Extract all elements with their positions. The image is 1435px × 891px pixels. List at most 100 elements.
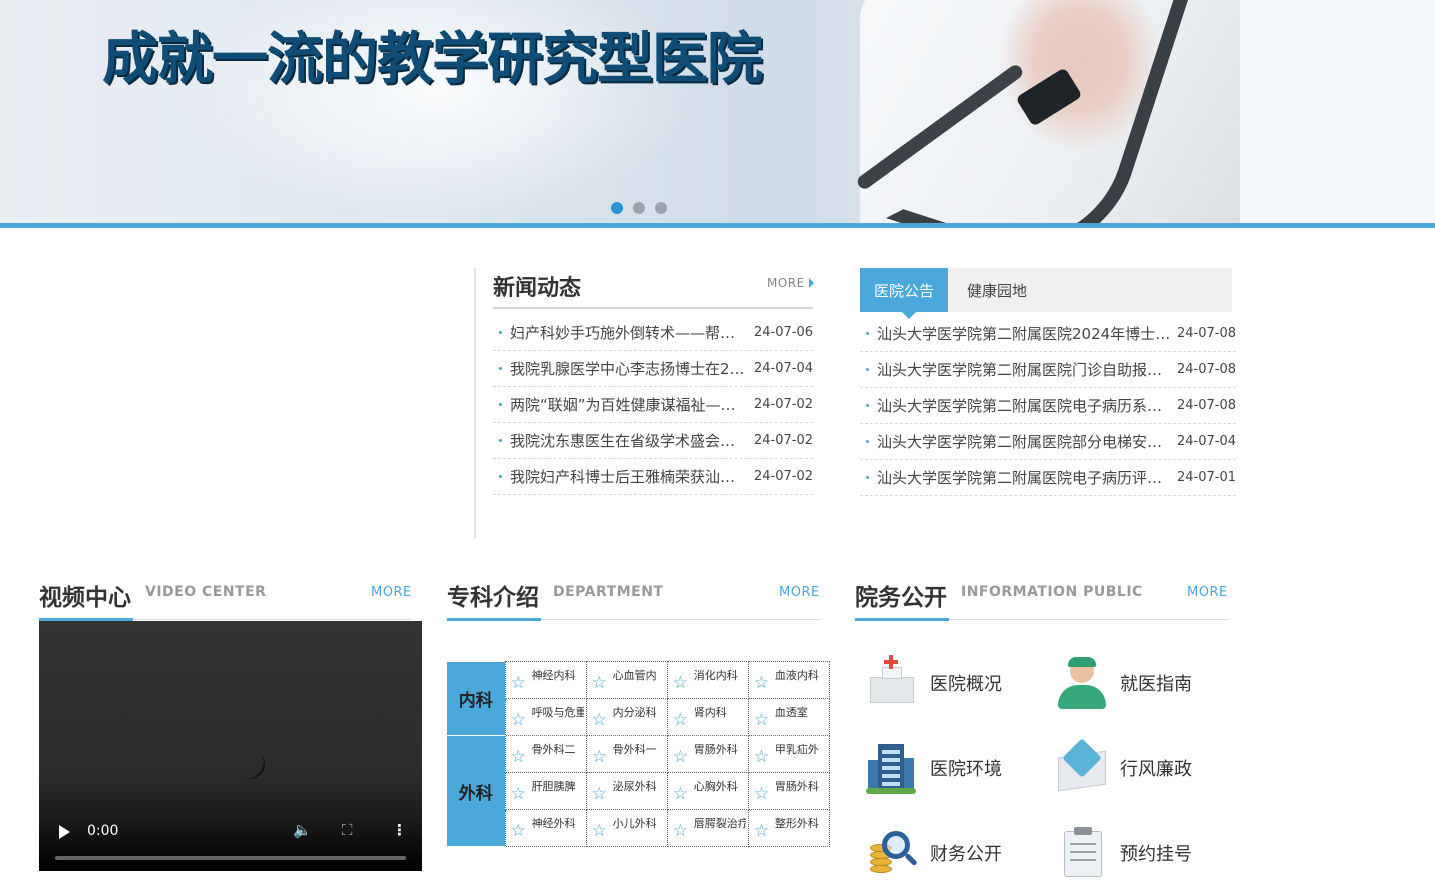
list-item[interactable]: 我院妇产科博士后王雅楠荣获汕头市科技奖励 24-07-02 bbox=[493, 459, 813, 495]
info-item-guide[interactable]: 就医指南 bbox=[1054, 655, 1192, 711]
list-item-date: 24-07-04 bbox=[1176, 434, 1236, 449]
list-item[interactable]: 汕头大学医学院第二附属医院电子病历评级项目公告 24-07-01 bbox=[860, 460, 1236, 496]
star-icon: ☆ bbox=[591, 784, 607, 804]
department-cell[interactable]: ☆ 肾内科 bbox=[666, 698, 749, 736]
list-item-title[interactable]: 汕头大学医学院第二附属医院电子病历系统升级项目公告 bbox=[877, 395, 1171, 416]
star-icon: ☆ bbox=[591, 710, 607, 730]
carousel-dots bbox=[611, 202, 667, 214]
star-icon: ☆ bbox=[591, 821, 607, 841]
department-cell[interactable]: ☆ 胃肠外科 bbox=[747, 772, 831, 810]
list-item[interactable]: 我院沈东惠医生在省级学术盛会上荣获佳绩 24-07-02 bbox=[493, 423, 813, 459]
list-item-title[interactable]: 我院沈东惠医生在省级学术盛会上荣获佳绩 bbox=[510, 430, 748, 451]
list-item[interactable]: 汕头大学医学院第二附属医院门诊自助报到机采购项目公告 24-07-08 bbox=[860, 352, 1236, 388]
list-item-title[interactable]: 妇产科妙手巧施外倒转术——帮助胎位不正孕妇顺利分娩 bbox=[510, 322, 748, 343]
info-item-finance[interactable]: 财务公开 bbox=[864, 825, 1002, 881]
department-name: 神经内科 bbox=[531, 669, 576, 682]
star-icon: ☆ bbox=[672, 747, 688, 767]
department-cell[interactable]: ☆ 骨外科二 bbox=[504, 735, 587, 773]
department-cell[interactable]: ☆ 心胸外科 bbox=[666, 772, 749, 810]
info-item-label: 财务公开 bbox=[930, 844, 1002, 865]
department-cell[interactable]: ☆ 神经内科 bbox=[504, 661, 587, 699]
department-cell[interactable]: ☆ 甲乳疝外 bbox=[747, 735, 831, 773]
list-item[interactable]: 汕头大学医学院第二附属医院电子病历系统升级项目公告 24-07-08 bbox=[860, 388, 1236, 424]
department-cell[interactable]: ☆ 整形外科 bbox=[747, 809, 831, 847]
loading-spinner-icon bbox=[229, 743, 271, 785]
department-cell[interactable]: ☆ 胃肠外科 bbox=[666, 735, 749, 773]
department-cell[interactable]: ☆ 心血管内 bbox=[585, 661, 668, 699]
department-row: ☆ 呼吸与危重 ☆ 内分泌科 ☆ 肾内科 ☆ 血透室 bbox=[447, 698, 831, 736]
doctor-icon bbox=[1054, 655, 1110, 711]
list-item-title[interactable]: 汕头大学医学院第二附属医院部分电梯安装工程公告 bbox=[877, 431, 1171, 452]
info-more-link[interactable]: MORE bbox=[1187, 585, 1228, 600]
play-icon[interactable] bbox=[59, 825, 70, 839]
list-item-title[interactable]: 我院妇产科博士后王雅楠荣获汕头市科技奖励 bbox=[510, 466, 748, 487]
department-name: 血透室 bbox=[774, 706, 808, 719]
hospital-icon bbox=[864, 655, 920, 711]
news-more-link[interactable]: MORE bbox=[767, 276, 814, 290]
department-cell[interactable]: ☆ 泌尿外科 bbox=[585, 772, 668, 810]
department-name: 骨外科二 bbox=[531, 743, 576, 756]
tab-health-garden[interactable]: 健康园地 bbox=[953, 268, 1041, 312]
video-more-link[interactable]: MORE bbox=[371, 585, 412, 600]
list-item-date: 24-07-02 bbox=[753, 469, 813, 484]
info-item-overview[interactable]: 医院概况 bbox=[864, 655, 1002, 711]
department-name: 血液内科 bbox=[774, 669, 819, 682]
list-item-title[interactable]: 汕头大学医学院第二附属医院电子病历评级项目公告 bbox=[877, 467, 1171, 488]
department-title: 专科介绍 bbox=[447, 585, 539, 611]
registration-icon-line bbox=[1070, 843, 1096, 845]
registration-icon-line bbox=[1070, 859, 1096, 861]
department-cell[interactable]: ☆ 唇腭裂治疗 bbox=[666, 809, 749, 847]
department-table: 内科 ☆ 神经内科 ☆ 心血管内 ☆ 消化内科 ☆ 血液内科 ☆ 呼吸与危重 ☆ 内分泌科 ☆ 肾内科 ☆ 血透… bbox=[447, 661, 831, 847]
department-cell[interactable]: ☆ 骨外科一 bbox=[585, 735, 668, 773]
doctor-icon-body bbox=[1058, 685, 1106, 709]
info-item-integrity[interactable]: 行风廉政 bbox=[1054, 738, 1192, 796]
carousel-dot-1[interactable] bbox=[611, 202, 623, 214]
list-item[interactable]: 两院“联姻”为百姓健康谋福祉——签约仪式举行 24-07-02 bbox=[493, 387, 813, 423]
department-name: 整形外科 bbox=[774, 817, 819, 830]
department-cell[interactable]: ☆ 呼吸与危重 bbox=[504, 698, 587, 736]
integrity-icon bbox=[1054, 738, 1110, 796]
list-item[interactable]: 汕头大学医学院第二附属医院部分电梯安装工程公告 24-07-04 bbox=[860, 424, 1236, 460]
video-progress-bar[interactable] bbox=[55, 856, 406, 860]
list-item-title[interactable]: 汕头大学医学院第二附属医院2024年博士后招收公告 bbox=[877, 323, 1171, 344]
info-item-environment[interactable]: 医院环境 bbox=[864, 740, 1002, 796]
department-cell[interactable]: ☆ 肝胆胰脾 bbox=[504, 772, 587, 810]
carousel-dot-2[interactable] bbox=[633, 202, 645, 214]
list-item-title[interactable]: 我院乳腺医学中心李志扬博士在2024年学术会议上作报告 bbox=[510, 358, 748, 379]
bullet-icon bbox=[499, 367, 502, 370]
list-item-title[interactable]: 两院“联姻”为百姓健康谋福祉——签约仪式举行 bbox=[510, 394, 748, 415]
news-list: 妇产科妙手巧施外倒转术——帮助胎位不正孕妇顺利分娩 24-07-06 我院乳腺医学中… bbox=[493, 315, 813, 495]
tab-hospital-notice[interactable]: 医院公告 bbox=[860, 268, 949, 319]
star-icon: ☆ bbox=[510, 784, 526, 804]
star-icon: ☆ bbox=[753, 784, 770, 804]
hero-banner[interactable]: 成就一流的教学研究型医院 bbox=[0, 0, 1435, 224]
finance-icon bbox=[864, 825, 920, 881]
volume-icon[interactable]: 🔈 bbox=[293, 821, 312, 839]
department-category: 外科 bbox=[447, 735, 506, 847]
list-item[interactable]: 我院乳腺医学中心李志扬博士在2024年学术会议上作报告 24-07-04 bbox=[493, 351, 813, 387]
department-cell[interactable]: ☆ 消化内科 bbox=[666, 661, 749, 699]
department-row: ☆ 肝胆胰脾 ☆ 泌尿外科 ☆ 心胸外科 ☆ 胃肠外科 bbox=[447, 772, 831, 810]
list-item[interactable]: 汕头大学医学院第二附属医院2024年博士后招收公告 24-07-08 bbox=[860, 316, 1236, 352]
list-item-title[interactable]: 汕头大学医学院第二附属医院门诊自助报到机采购项目公告 bbox=[877, 359, 1171, 380]
department-cell[interactable]: ☆ 血液内科 bbox=[747, 661, 831, 699]
chevron-right-icon bbox=[808, 278, 814, 288]
department-name: 泌尿外科 bbox=[612, 780, 657, 793]
department-cell[interactable]: ☆ 小儿外科 bbox=[585, 809, 668, 847]
department-name: 心胸外科 bbox=[693, 780, 738, 793]
department-cell[interactable]: ☆ 神经外科 bbox=[504, 809, 587, 847]
hospital-icon-cross bbox=[884, 655, 898, 669]
list-item[interactable]: 妇产科妙手巧施外倒转术——帮助胎位不正孕妇顺利分娩 24-07-06 bbox=[493, 315, 813, 351]
star-icon: ☆ bbox=[753, 821, 770, 841]
department-cell[interactable]: ☆ 血透室 bbox=[747, 698, 831, 736]
department-name: 骨外科一 bbox=[612, 743, 657, 756]
fullscreen-icon[interactable]: ⛶ bbox=[342, 821, 353, 839]
info-header-line bbox=[855, 618, 1227, 621]
info-item-registration[interactable]: 预约挂号 bbox=[1054, 825, 1192, 881]
video-player[interactable]: 0:00 🔈 ⛶ ⋮ bbox=[39, 621, 422, 871]
more-icon[interactable]: ⋮ bbox=[392, 821, 407, 839]
carousel-dot-3[interactable] bbox=[655, 202, 667, 214]
department-cell[interactable]: ☆ 内分泌科 bbox=[585, 698, 668, 736]
department-more-link[interactable]: MORE bbox=[779, 585, 820, 600]
star-icon: ☆ bbox=[753, 673, 770, 693]
